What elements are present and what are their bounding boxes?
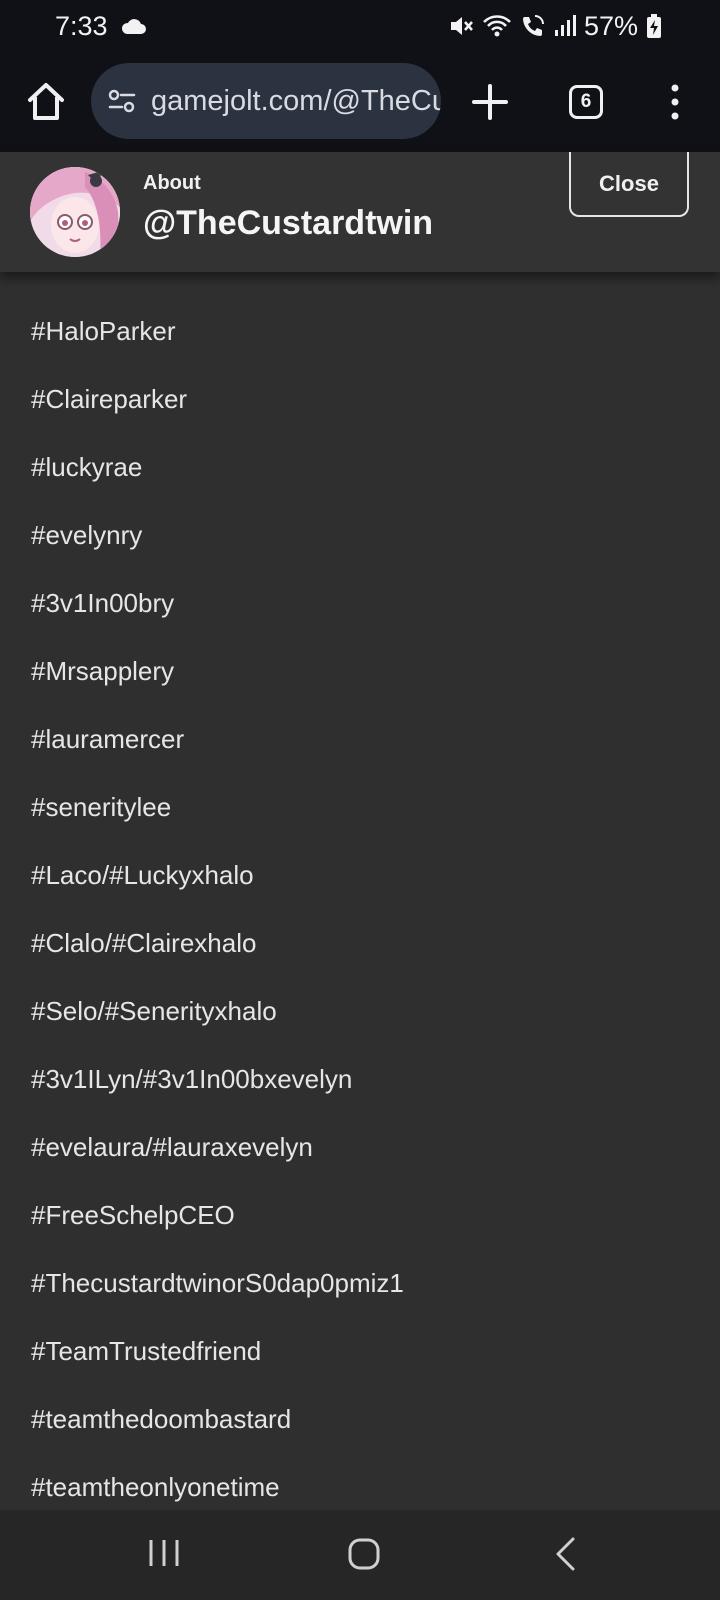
home-icon[interactable]	[26, 80, 66, 124]
hashtag-item[interactable]: #FreeSchelpCEO	[31, 1200, 235, 1231]
url-text[interactable]: gamejolt.com/@TheCustardtwin	[151, 85, 441, 118]
tab-count: 6	[580, 91, 592, 112]
hashtag-item[interactable]: #Clalo/#Clairexhalo	[31, 928, 256, 959]
recent-apps-icon[interactable]	[146, 1537, 182, 1569]
hashtag-item[interactable]: #evelynry	[31, 520, 142, 551]
hashtag-item[interactable]: #luckyrae	[31, 452, 142, 483]
status-bar: 7:33 57%	[0, 0, 720, 52]
status-left: 7:33	[55, 11, 146, 42]
hashtag-item[interactable]: #teamtheonlyonetime	[31, 1472, 280, 1503]
hashtag-item[interactable]: #evelaura/#lauraxevelyn	[31, 1132, 313, 1163]
status-time: 7:33	[55, 10, 108, 41]
hashtag-item[interactable]: #seneritylee	[31, 792, 171, 823]
more-options-icon[interactable]	[665, 82, 685, 122]
back-icon[interactable]	[553, 1536, 577, 1572]
hashtag-item[interactable]: #ThecustardtwinorS0dap0pmiz1	[31, 1268, 404, 1299]
home-button-icon[interactable]	[347, 1537, 381, 1571]
hashtag-item[interactable]: #TeamTrustedfriend	[31, 1336, 261, 1367]
hashtag-item[interactable]: #3v1In00bry	[31, 588, 174, 619]
wifi-calling-icon	[522, 15, 544, 36]
hashtag-item[interactable]: #Claireparker	[31, 384, 187, 415]
battery-charging-icon	[647, 14, 661, 38]
hashtag-item[interactable]: #3v1ILyn/#3v1In00bxevelyn	[31, 1064, 352, 1095]
system-navigation-bar	[0, 1510, 720, 1600]
hashtag-item[interactable]: #Selo/#Senerityxhalo	[31, 996, 277, 1027]
avatar	[30, 167, 120, 257]
battery-percent: 57%	[583, 10, 638, 41]
profile-username: @TheCustardtwin	[143, 204, 434, 242]
about-label: About	[143, 172, 201, 194]
signal-icon	[554, 15, 576, 36]
status-right: 57%	[448, 11, 662, 42]
browser-toolbar: gamejolt.com/@TheCustardtwin 6	[0, 52, 720, 152]
hashtag-item[interactable]: #teamthedoombastard	[31, 1404, 291, 1435]
hashtag-item[interactable]: #HaloParker	[31, 316, 176, 347]
cloud-icon	[121, 19, 146, 34]
site-settings-icon[interactable]	[107, 86, 137, 116]
hashtag-item[interactable]: #lauramercer	[31, 724, 184, 755]
tab-switcher-button[interactable]: 6	[569, 85, 603, 119]
avatar-image	[30, 167, 120, 257]
wifi-icon	[483, 15, 511, 37]
new-tab-icon[interactable]	[470, 82, 510, 122]
hashtag-item[interactable]: #Laco/#Luckyxhalo	[31, 860, 254, 891]
close-button[interactable]: Close	[569, 152, 689, 217]
mute-icon	[450, 17, 473, 35]
hashtag-item[interactable]: #Mrsapplery	[31, 656, 174, 687]
hashtag-list: #HaloParker #Claireparker #luckyrae #eve…	[0, 272, 720, 1510]
address-bar[interactable]: gamejolt.com/@TheCustardtwin	[91, 63, 441, 139]
about-modal-header: About @TheCustardtwin Close	[0, 152, 720, 272]
